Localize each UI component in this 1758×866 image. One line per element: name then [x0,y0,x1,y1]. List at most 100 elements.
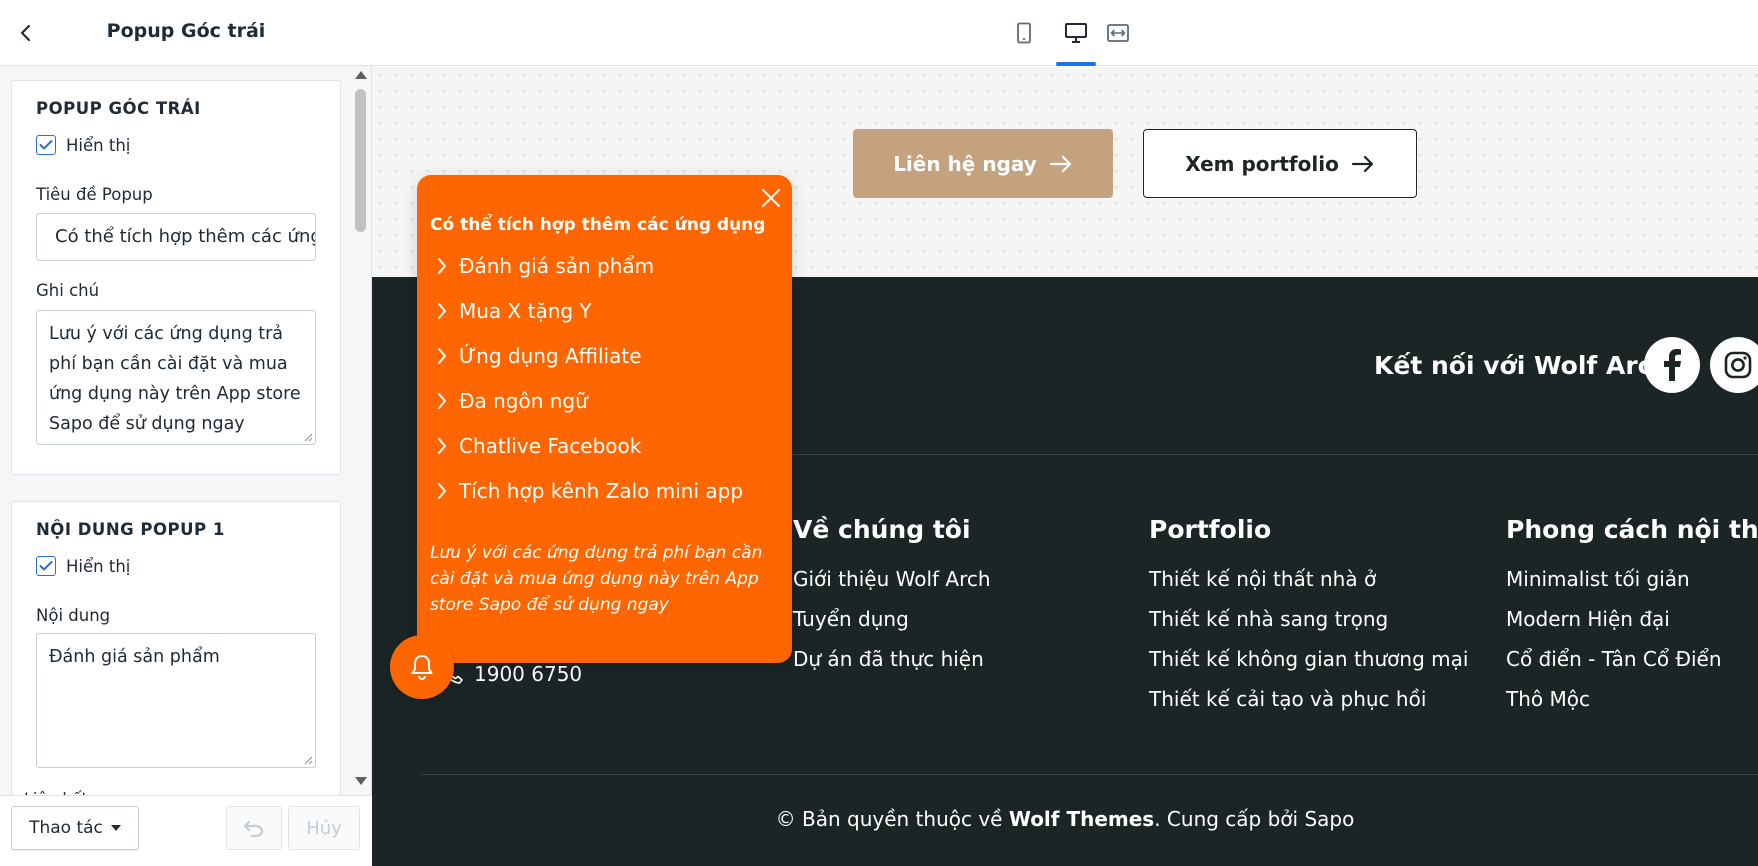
instagram-link[interactable] [1710,337,1758,393]
footer-link[interactable]: Thiết kế nội thất nhà ở [1149,567,1376,591]
mobile-icon [1017,22,1031,44]
show-label: Hiển thị [66,556,131,576]
view-portfolio-button[interactable]: Xem portfolio [1143,129,1417,198]
popup-item-label: Chatlive Facebook [459,434,642,458]
footer-link[interactable]: Tuyển dụng [793,607,909,631]
popup-toggle-button[interactable] [390,635,454,699]
chevron-right-icon [438,393,446,409]
facebook-icon [1664,349,1681,381]
show-checkbox-row[interactable]: Hiển thị [36,556,130,576]
mobile-view-button[interactable] [1008,18,1040,48]
note-textarea[interactable]: Lưu ý với các ứng dụng trả phí bạn cần c… [36,310,316,445]
checkmark-icon [39,140,53,150]
panel-header: Popup Góc trái [0,0,372,66]
popup-corner-card: POPUP GÓC TRÁI Hiển thị Tiêu đề Popup Có… [11,80,341,475]
popup-item[interactable]: Chatlive Facebook [437,434,641,458]
chevron-right-icon [438,348,446,364]
note-label: Ghi chú [36,281,100,300]
footer-link[interactable]: Dự án đã thực hiện [793,647,984,671]
cancel-button[interactable]: Hủy [288,806,360,850]
actions-label: Thao tác [29,818,103,838]
popup-item-label: Ứng dụng Affiliate [459,344,642,368]
contact-now-label: Liên hệ ngay [893,151,1037,176]
panel-footer: Thao tác Hủy [0,795,372,866]
copyright-suffix: . Cung cấp bởi Sapo [1154,807,1355,831]
phone-number: 1900 6750 [474,662,583,686]
desktop-icon [1065,23,1087,43]
copyright-prefix: © Bản quyền thuộc về [775,807,1009,831]
fullwidth-view-button[interactable] [1102,18,1134,48]
popup-note: Lưu ý với các ứng dụng trả phí bạn cần c… [430,543,763,615]
chevron-right-icon [438,438,446,454]
contact-now-button[interactable]: Liên hệ ngay [853,129,1113,198]
footer-link[interactable]: Thiết kế không gian thương mại [1149,647,1468,671]
copyright-text: © Bản quyền thuộc về Wolf Themes. Cung c… [372,807,1758,831]
chevron-right-icon [438,258,446,274]
bell-icon [411,655,433,680]
undo-icon [243,820,264,837]
close-icon[interactable] [760,187,782,209]
show-checkbox-row[interactable]: Hiển thị [36,135,130,155]
show-checkbox[interactable] [36,556,56,576]
footer-link[interactable]: Thiết kế cải tạo và phục hồi [1149,687,1426,711]
show-label: Hiển thị [66,135,131,155]
facebook-link[interactable] [1644,337,1700,393]
resize-grip-icon[interactable] [303,755,313,765]
settings-scroll-area[interactable]: POPUP GÓC TRÁI Hiển thị Tiêu đề Popup Có… [0,67,372,795]
card-heading: POPUP GÓC TRÁI [36,99,201,118]
scroll-up-arrow[interactable] [355,71,367,79]
popup-item-label: Mua X tặng Y [459,299,592,323]
popup-item[interactable]: Ứng dụng Affiliate [437,344,642,368]
left-corner-popup: Có thể tích hợp thêm các ứng dụng Đánh g… [417,175,792,663]
popup-item[interactable]: Đa ngôn ngữ [437,389,588,413]
actions-dropdown-button[interactable]: Thao tác [11,806,139,850]
popup-item[interactable]: Mua X tặng Y [437,299,592,323]
popup-content-1-card: NỘI DUNG POPUP 1 Hiển thị Nội dung Đánh … [11,501,341,795]
phone-contact[interactable]: 1900 6750 [442,662,582,686]
view-portfolio-label: Xem portfolio [1185,151,1339,176]
copyright-brand[interactable]: Wolf Themes [1009,807,1154,831]
arrow-right-icon [1351,155,1373,172]
show-checkbox[interactable] [36,135,56,155]
chevron-right-icon [438,303,446,319]
content-textarea[interactable]: Đánh giá sản phẩm [36,633,316,768]
note-text: Lưu ý với các ứng dụng trả phí bạn cần c… [49,324,301,434]
popup-title-label: Tiêu đề Popup [36,185,153,204]
footer-link[interactable]: Thô Mộc [1506,687,1590,711]
desktop-view-button[interactable] [1060,18,1092,48]
content-text: Đánh giá sản phẩm [49,647,220,667]
popup-title: Có thể tích hợp thêm các ứng dụng [430,215,766,235]
undo-button[interactable] [226,806,282,850]
preview-toolbar [372,0,1758,66]
footer-link[interactable]: Cổ điển - Tân Cổ Điển [1506,647,1722,671]
checkmark-icon [39,561,53,571]
popup-item[interactable]: Đánh giá sản phẩm [437,254,654,278]
caret-down-icon [110,825,121,831]
footer-divider [422,774,1758,775]
connect-heading: Kết nối với Wolf Arch [1374,351,1671,380]
footer-link[interactable]: Modern Hiện đại [1506,607,1670,631]
popup-title-input[interactable]: Có thể tích hợp thêm các ứng dụng [36,213,316,261]
footer-link[interactable]: Thiết kế nhà sang trọng [1149,607,1388,631]
chevron-right-icon [438,483,446,499]
popup-item[interactable]: Tích hợp kênh Zalo mini app [437,479,743,503]
active-view-indicator [1056,62,1096,66]
scroll-thumb[interactable] [355,89,366,232]
style-column-title: Phong cách nội thất [1506,515,1758,544]
resize-grip-icon[interactable] [303,432,313,442]
popup-item-label: Tích hợp kênh Zalo mini app [459,479,744,503]
footer-link[interactable]: Minimalist tối giản [1506,567,1690,591]
portfolio-column-title: Portfolio [1149,515,1272,544]
site-preview: Liên hệ ngay Xem portfolio Kết nối với W… [372,67,1758,866]
popup-item-label: Đa ngôn ngữ [459,389,588,413]
panel-title: Popup Góc trái [106,20,266,42]
panel-scrollbar[interactable] [352,67,369,795]
content-label: Nội dung [36,606,111,625]
popup-item-label: Đánh giá sản phẩm [459,254,655,278]
footer-link[interactable]: Giới thiệu Wolf Arch [793,567,991,591]
arrow-right-icon [1049,155,1071,172]
scroll-down-arrow[interactable] [355,777,367,785]
card-heading: NỘI DUNG POPUP 1 [36,520,225,539]
fullwidth-icon [1107,24,1129,42]
instagram-icon [1724,351,1752,379]
